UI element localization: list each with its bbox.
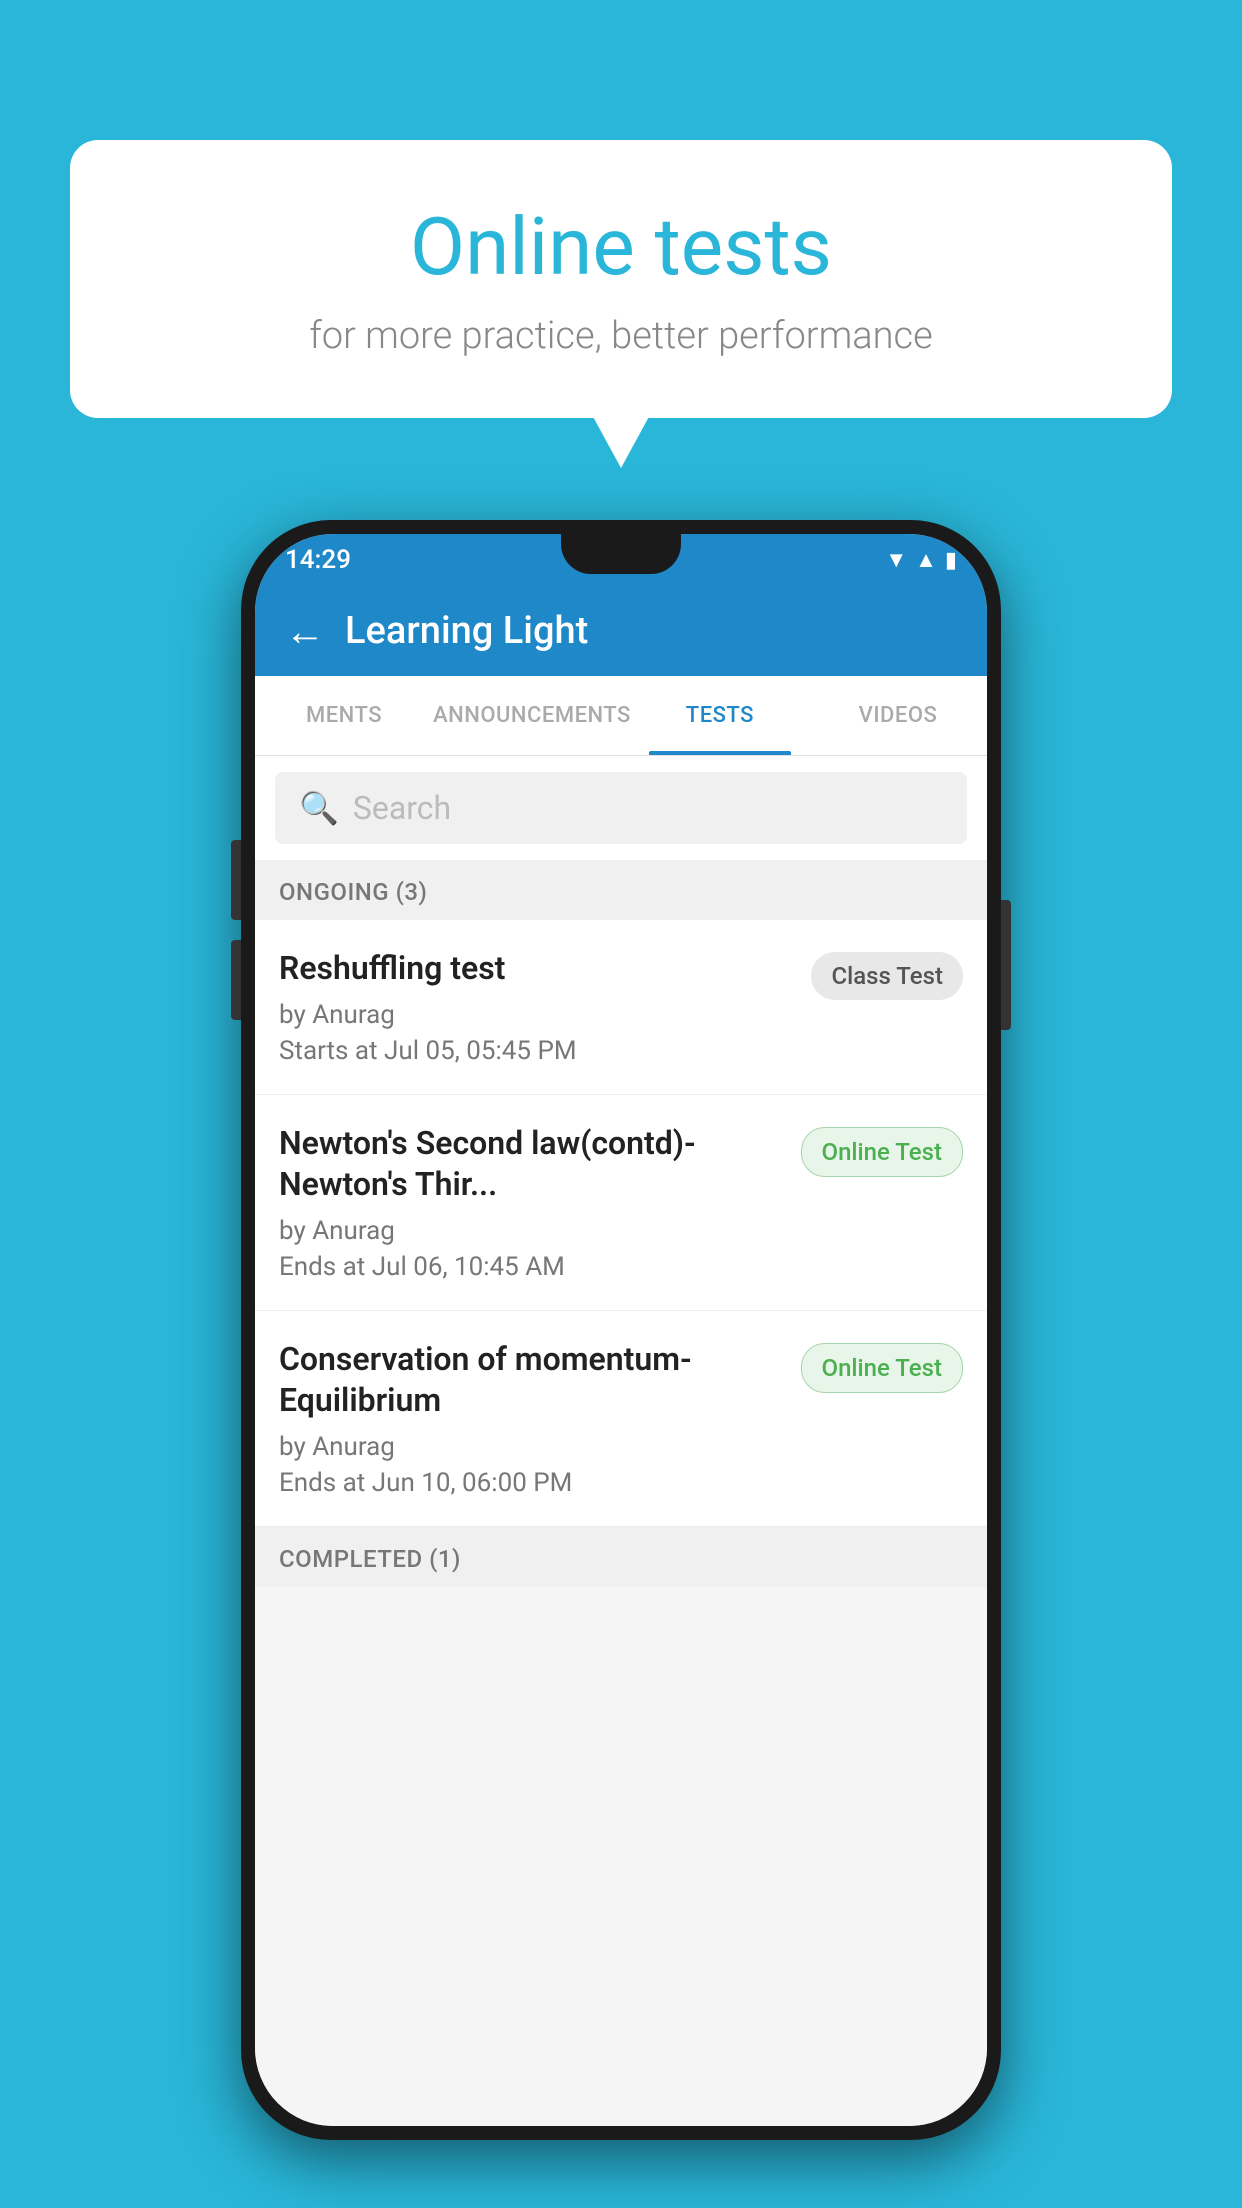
test-badge-newtons: Online Test: [801, 1127, 963, 1177]
battery-icon: ▮: [945, 548, 957, 573]
test-author-newtons: by Anurag: [279, 1216, 781, 1246]
speech-bubble: Online tests for more practice, better p…: [70, 140, 1172, 418]
ongoing-section-header: ONGOING (3): [255, 860, 987, 920]
phone-vol-down-button: [231, 940, 241, 1020]
search-container: 🔍 Search: [255, 756, 987, 860]
test-time-conservation: Ends at Jun 10, 06:00 PM: [279, 1468, 781, 1498]
test-name-reshuffling: Reshuffling test: [279, 948, 791, 990]
phone-notch: [561, 534, 681, 574]
test-card-conservation[interactable]: Conservation of momentum-Equilibrium by …: [255, 1311, 987, 1527]
search-input[interactable]: Search: [353, 789, 451, 827]
status-icons: ▼ ▲ ▮: [885, 547, 957, 573]
phone-power-button: [1001, 900, 1011, 1030]
test-name-conservation: Conservation of momentum-Equilibrium: [279, 1339, 781, 1422]
speech-bubble-subtitle: for more practice, better performance: [150, 314, 1092, 358]
wifi-icon: ▼: [885, 547, 907, 573]
speech-bubble-title: Online tests: [150, 200, 1092, 294]
test-card-newtons[interactable]: Newton's Second law(contd)-Newton's Thir…: [255, 1095, 987, 1311]
tab-announcements[interactable]: ANNOUNCEMENTS: [433, 676, 631, 755]
test-author-reshuffling: by Anurag: [279, 1000, 791, 1030]
tab-videos[interactable]: VIDEOS: [809, 676, 987, 755]
test-info-reshuffling: Reshuffling test by Anurag Starts at Jul…: [279, 948, 791, 1066]
test-badge-conservation: Online Test: [801, 1343, 963, 1393]
content-area: ONGOING (3) Reshuffling test by Anurag S…: [255, 860, 987, 2126]
completed-section-header: COMPLETED (1): [255, 1527, 987, 1587]
status-time: 14:29: [285, 545, 351, 575]
phone-vol-up-button: [231, 840, 241, 920]
test-info-newtons: Newton's Second law(contd)-Newton's Thir…: [279, 1123, 781, 1282]
test-name-newtons: Newton's Second law(contd)-Newton's Thir…: [279, 1123, 781, 1206]
phone-device: 14:29 ▼ ▲ ▮ ← Learning Light MENTS ANNOU…: [241, 520, 1001, 2140]
test-time-newtons: Ends at Jul 06, 10:45 AM: [279, 1252, 781, 1282]
speech-bubble-container: Online tests for more practice, better p…: [70, 140, 1172, 418]
test-time-reshuffling: Starts at Jul 05, 05:45 PM: [279, 1036, 791, 1066]
test-info-conservation: Conservation of momentum-Equilibrium by …: [279, 1339, 781, 1498]
app-header: ← Learning Light: [255, 586, 987, 676]
search-icon: 🔍: [299, 789, 339, 827]
search-bar[interactable]: 🔍 Search: [275, 772, 967, 844]
tab-tests[interactable]: TESTS: [631, 676, 809, 755]
test-badge-reshuffling: Class Test: [811, 952, 963, 1000]
tab-bar: MENTS ANNOUNCEMENTS TESTS VIDEOS: [255, 676, 987, 756]
tab-ments[interactable]: MENTS: [255, 676, 433, 755]
phone-screen: 14:29 ▼ ▲ ▮ ← Learning Light MENTS ANNOU…: [255, 534, 987, 2126]
test-author-conservation: by Anurag: [279, 1432, 781, 1462]
app-title: Learning Light: [345, 609, 588, 653]
signal-icon: ▲: [915, 547, 937, 573]
back-button[interactable]: ←: [285, 608, 325, 655]
test-card-reshuffling[interactable]: Reshuffling test by Anurag Starts at Jul…: [255, 920, 987, 1095]
